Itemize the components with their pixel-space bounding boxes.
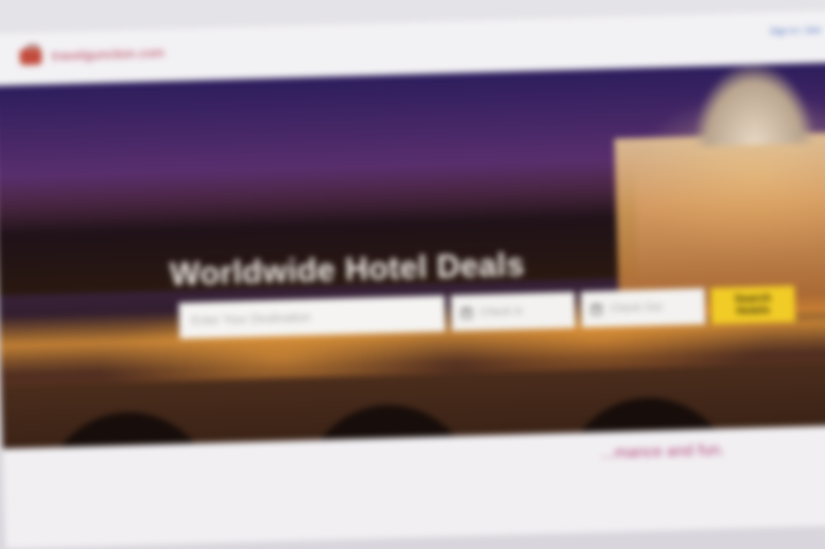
sign-in-link[interactable]: Sign in / Join [770, 23, 822, 38]
logo-text: travelgunction.com [51, 44, 165, 63]
checkout-field[interactable]: Check Out [580, 288, 706, 328]
hero-dome [692, 63, 815, 147]
destination-input[interactable] [178, 295, 446, 339]
search-hotels-button[interactable]: Search Hotels [710, 285, 796, 324]
calendar-icon [460, 307, 473, 319]
calendar-icon [590, 303, 603, 315]
browser-screen: travelgunction.com Sign in / Join Worldw… [0, 0, 825, 549]
suitcase-icon [17, 44, 44, 68]
section-tagline: ...mance and fun. [600, 441, 725, 463]
account-links: Sign in / Join [770, 23, 822, 38]
checkout-placeholder: Check Out [609, 301, 663, 315]
checkin-field[interactable]: Check in [450, 291, 576, 332]
checkin-placeholder: Check in [479, 305, 524, 319]
site-logo[interactable]: travelgunction.com [17, 41, 165, 68]
